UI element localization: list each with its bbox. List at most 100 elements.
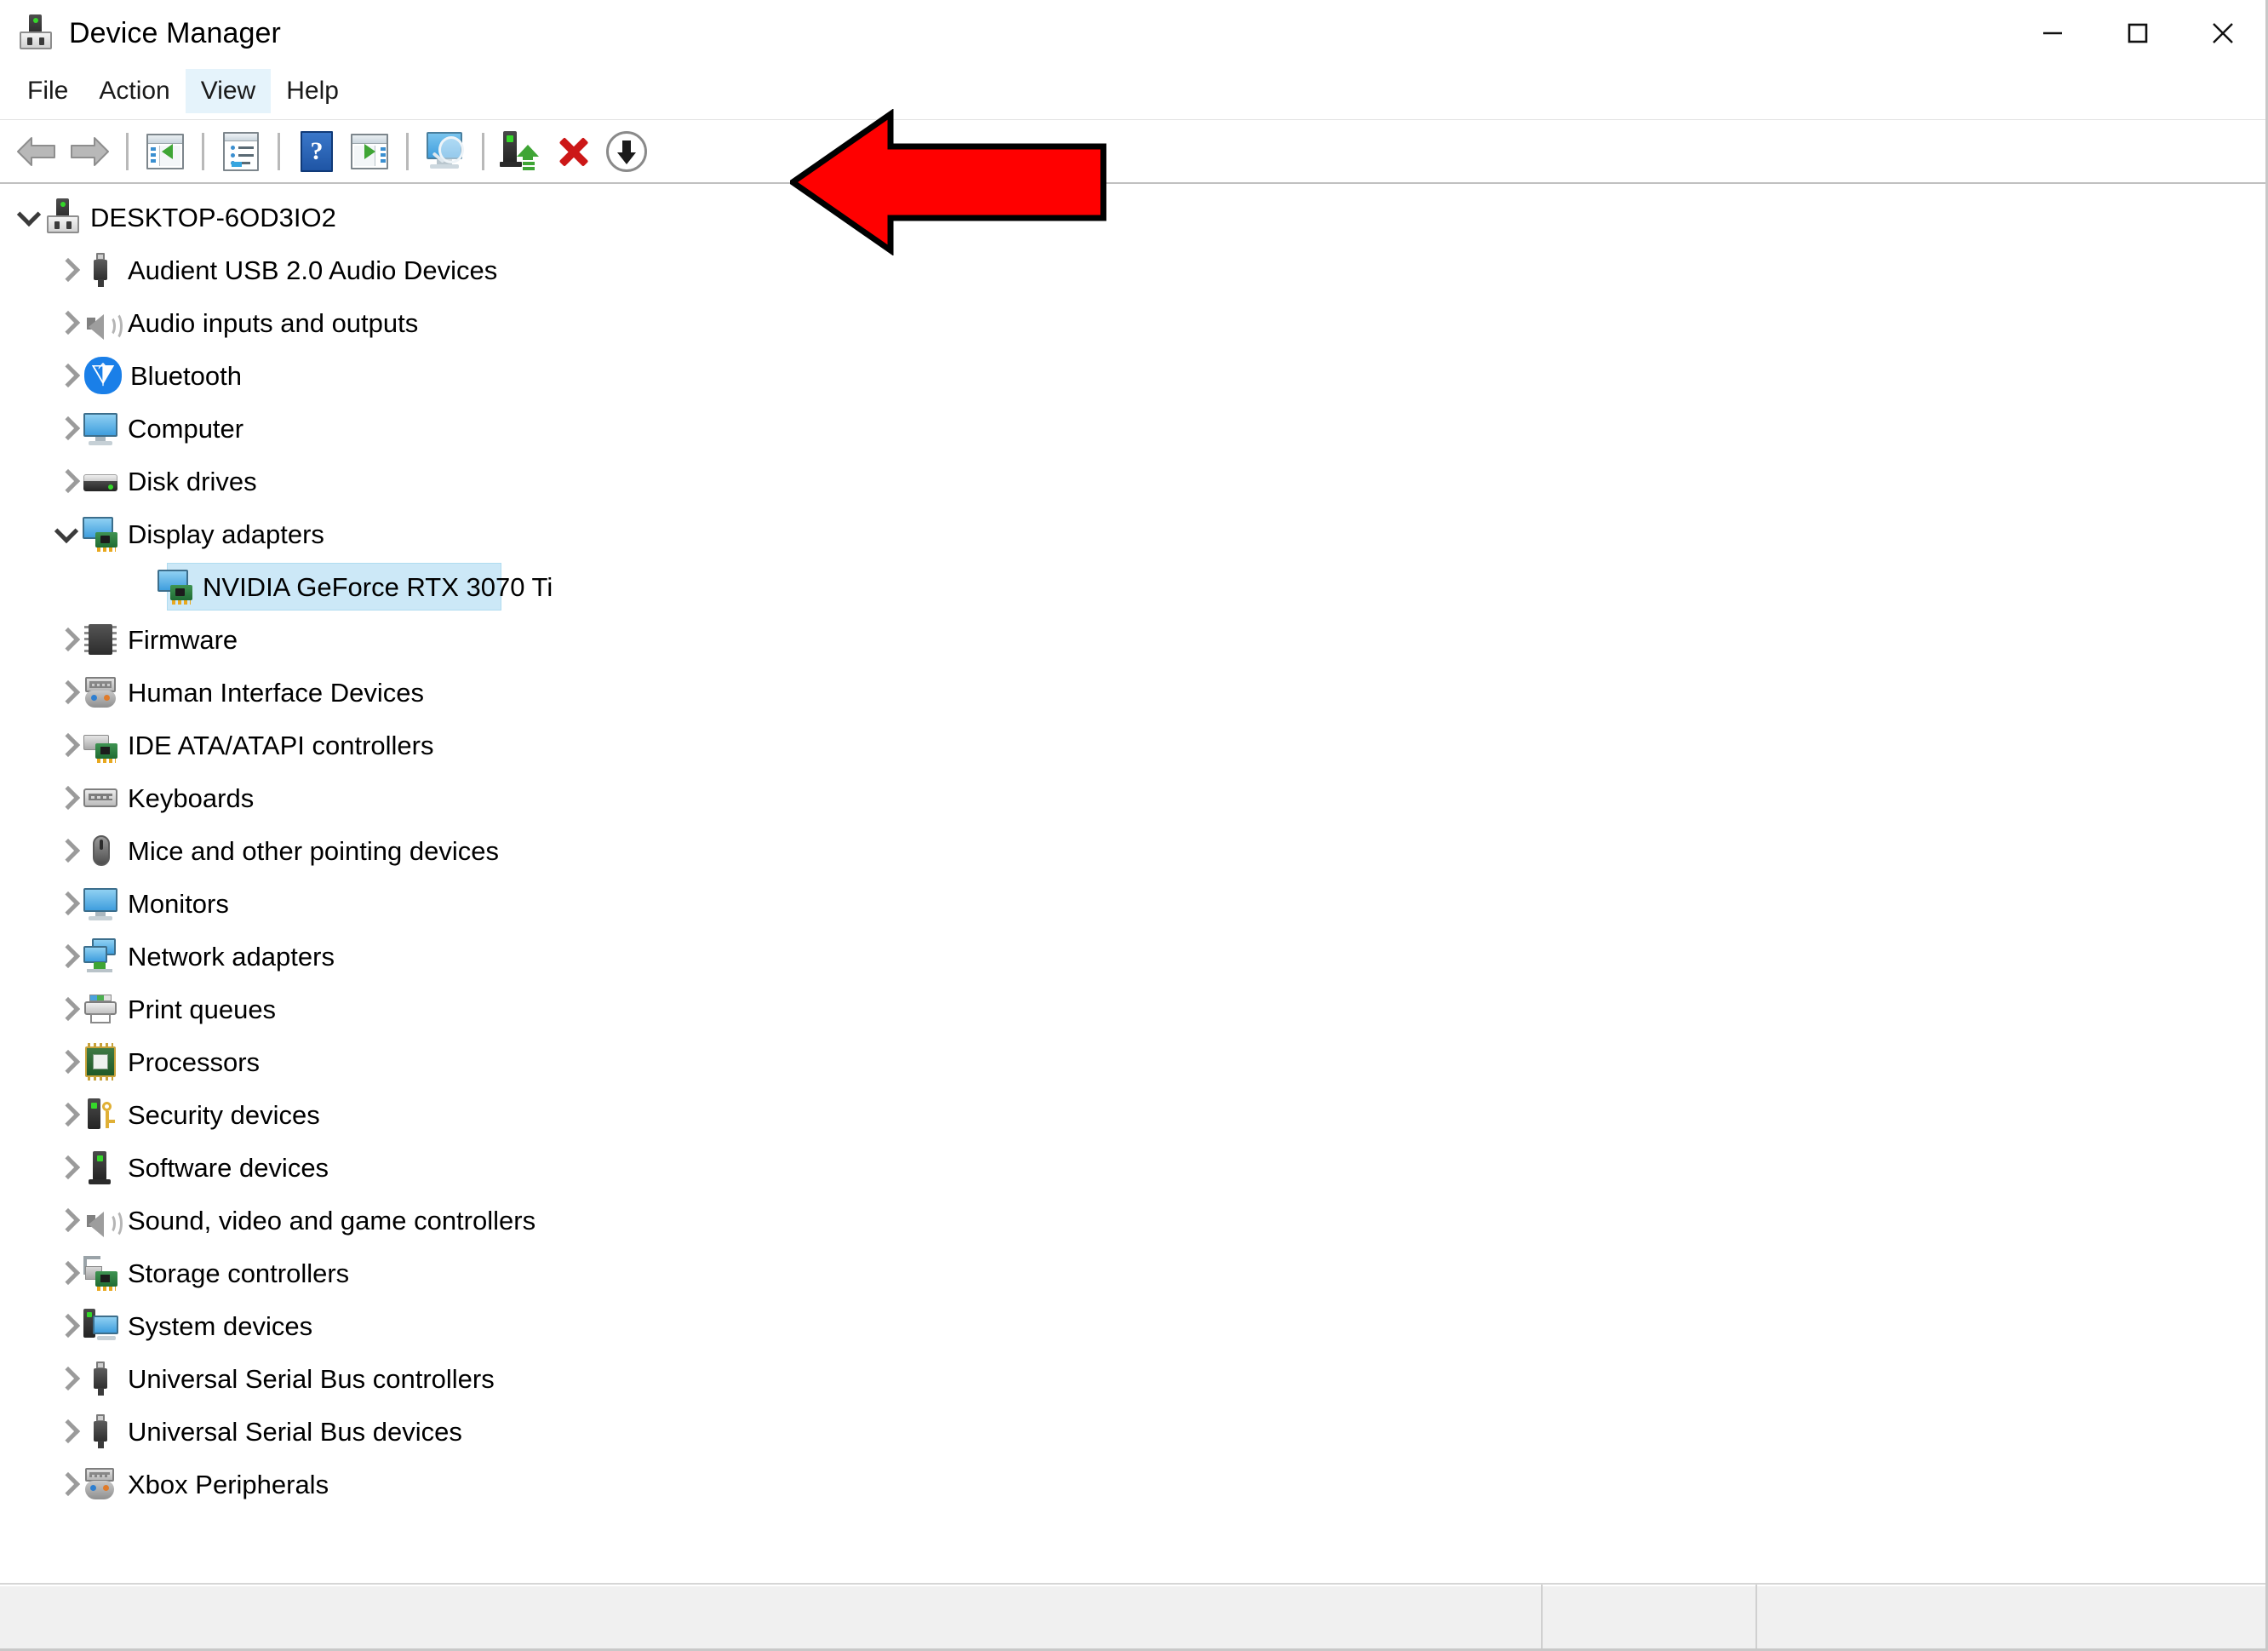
toolbar-separator — [482, 132, 484, 170]
chevron-right-icon[interactable] — [53, 1206, 82, 1235]
show-hide-action-pane-button[interactable] — [343, 125, 396, 178]
usb-icon — [82, 1413, 119, 1450]
tree-node-sound-video-game-controllers[interactable]: Sound, video and game controllers — [0, 1194, 2265, 1247]
tree-node-ide-ata-atapi-controllers[interactable]: IDE ATA/ATAPI controllers — [0, 719, 2265, 771]
tree-node-universal-serial-bus-devices[interactable]: Universal Serial Bus devices — [0, 1405, 2265, 1458]
tree-node-security-devices[interactable]: Security devices — [0, 1088, 2265, 1141]
monitor-icon — [82, 885, 119, 922]
maximize-button[interactable] — [2095, 0, 2180, 66]
tree-node-display-adapters[interactable]: Display adapters — [0, 507, 2265, 560]
disable-down-arrow-icon — [606, 130, 647, 172]
back-arrow-icon — [17, 136, 55, 166]
chevron-right-icon[interactable] — [53, 1364, 82, 1393]
chevron-right-icon[interactable] — [53, 467, 82, 496]
tree-node-xbox-peripherals[interactable]: Xbox Peripherals — [0, 1458, 2265, 1511]
tree-node-nvidia-geforce-rtx-3070-ti[interactable]: NVIDIA GeForce RTX 3070 Ti — [0, 560, 2265, 613]
minimize-button[interactable] — [2010, 0, 2095, 66]
cpu-icon — [82, 1043, 119, 1081]
chevron-right-icon[interactable] — [53, 1153, 82, 1182]
chevron-right-icon[interactable] — [53, 308, 82, 337]
system-device-icon — [82, 1307, 119, 1344]
tree-node-system-devices[interactable]: System devices — [0, 1299, 2265, 1352]
back-button[interactable] — [10, 125, 63, 178]
menu-help[interactable]: Help — [271, 69, 354, 113]
show-hide-console-tree-button[interactable] — [139, 125, 192, 178]
tree-node-firmware[interactable]: Firmware — [0, 613, 2265, 666]
status-pane-secondary — [1543, 1585, 1757, 1648]
chevron-right-icon[interactable] — [53, 1311, 82, 1340]
device-tree[interactable]: DESKTOP-6OD3IO2 Audient USB 2.0 Audio De… — [0, 184, 2265, 1583]
tree-node-mice-and-other-pointing-devices[interactable]: Mice and other pointing devices — [0, 824, 2265, 877]
forward-button[interactable] — [63, 125, 116, 178]
tree-node-label: Firmware — [128, 624, 238, 655]
update-driver-icon — [500, 130, 542, 172]
disk-drive-icon — [82, 462, 119, 500]
chevron-right-icon[interactable] — [53, 995, 82, 1023]
menu-view[interactable]: View — [185, 69, 272, 113]
tree-node-universal-serial-bus-controllers[interactable]: Universal Serial Bus controllers — [0, 1352, 2265, 1405]
toolbar-separator — [202, 132, 204, 170]
window-title: Device Manager — [69, 16, 281, 49]
menu-file[interactable]: File — [12, 69, 83, 113]
monitor-icon — [82, 410, 119, 447]
properties-button[interactable] — [215, 125, 267, 178]
tree-root-node[interactable]: DESKTOP-6OD3IO2 — [0, 191, 2265, 244]
keyboard-icon — [82, 779, 119, 817]
tree-node-storage-controllers[interactable]: Storage controllers — [0, 1247, 2265, 1299]
tree-node-human-interface-devices[interactable]: Human Interface Devices — [0, 666, 2265, 719]
tree-node-label: Network adapters — [128, 941, 335, 972]
chevron-right-icon[interactable] — [53, 783, 82, 812]
tree-node-network-adapters[interactable]: Network adapters — [0, 930, 2265, 983]
menu-action[interactable]: Action — [83, 69, 185, 113]
close-button[interactable] — [2180, 0, 2265, 66]
window-controls — [2010, 0, 2265, 66]
status-pane-main — [0, 1585, 1543, 1648]
chevron-right-icon[interactable] — [53, 836, 82, 865]
tree-node-label: NVIDIA GeForce RTX 3070 Ti — [203, 571, 553, 602]
chevron-right-icon[interactable] — [53, 1047, 82, 1076]
tree-node-label: Xbox Peripherals — [128, 1469, 329, 1499]
tree-node-computer[interactable]: Computer — [0, 402, 2265, 455]
chevron-right-icon[interactable] — [53, 1470, 82, 1499]
help-question-icon: ? — [301, 130, 333, 172]
toolbar-separator — [406, 132, 409, 170]
help-button[interactable]: ? — [290, 125, 343, 178]
tree-node-label: System devices — [128, 1310, 313, 1341]
chevron-right-icon[interactable] — [53, 731, 82, 760]
chevron-right-icon[interactable] — [53, 889, 82, 918]
chevron-down-icon[interactable] — [15, 203, 44, 232]
hid-icon — [82, 674, 119, 711]
tree-node-bluetooth[interactable]: ᛏ Bluetooth — [0, 349, 2265, 402]
chevron-right-icon[interactable] — [53, 1417, 82, 1446]
tree-node-label: Security devices — [128, 1099, 320, 1130]
chevron-right-icon[interactable] — [53, 414, 82, 443]
tree-node-processors[interactable]: Processors — [0, 1035, 2265, 1088]
speaker-icon — [82, 1201, 123, 1239]
chevron-right-icon[interactable] — [53, 1258, 82, 1287]
tree-node-print-queues[interactable]: Print queues — [0, 983, 2265, 1035]
tree-node-audient-usb[interactable]: Audient USB 2.0 Audio Devices — [0, 244, 2265, 296]
hid-icon — [82, 1465, 119, 1503]
display-adapter-icon — [157, 568, 194, 605]
chevron-down-icon[interactable] — [53, 519, 82, 548]
ide-controller-icon — [82, 726, 119, 764]
tree-node-keyboards[interactable]: Keyboards — [0, 771, 2265, 824]
chevron-right-icon[interactable] — [53, 361, 82, 390]
chevron-right-icon[interactable] — [53, 678, 82, 707]
tree-node-monitors[interactable]: Monitors — [0, 877, 2265, 930]
chevron-right-icon[interactable] — [53, 942, 82, 971]
disable-device-button[interactable] — [600, 125, 653, 178]
uninstall-device-button[interactable] — [547, 125, 600, 178]
toolbar: ? — [0, 119, 2265, 184]
tree-node-label: Display adapters — [128, 519, 324, 549]
chevron-right-icon[interactable] — [53, 255, 82, 284]
tree-node-software-devices[interactable]: Software devices — [0, 1141, 2265, 1194]
status-bar — [0, 1583, 2265, 1648]
tree-node-audio-inputs-outputs[interactable]: Audio inputs and outputs — [0, 296, 2265, 349]
scan-hardware-changes-button[interactable] — [419, 125, 472, 178]
update-driver-button[interactable] — [495, 125, 547, 178]
chevron-right-icon[interactable] — [53, 1100, 82, 1129]
tree-node-disk-drives[interactable]: Disk drives — [0, 455, 2265, 507]
chevron-right-icon[interactable] — [53, 625, 82, 654]
device-manager-window: Device Manager File Action View Help ? D… — [0, 0, 2268, 1651]
